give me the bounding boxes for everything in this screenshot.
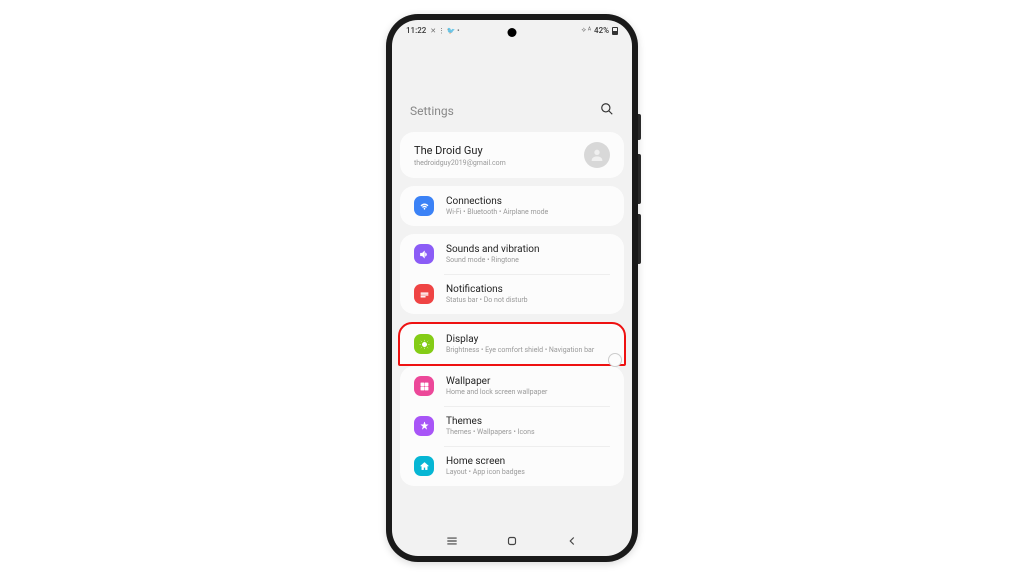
settings-row-sounds[interactable]: Sounds and vibration Sound mode • Ringto… xyxy=(400,234,624,274)
row-subtitle: Home and lock screen wallpaper xyxy=(446,388,610,396)
account-card[interactable]: The Droid Guy thedroidguy2019@gmail.com xyxy=(400,132,624,178)
row-title: Notifications xyxy=(446,284,610,295)
side-button xyxy=(638,214,641,264)
settings-row-themes[interactable]: Themes Themes • Wallpapers • Icons xyxy=(400,406,624,446)
sound-icon xyxy=(414,244,434,264)
row-subtitle: Status bar • Do not disturb xyxy=(446,296,610,304)
home-button[interactable] xyxy=(505,534,519,548)
settings-list[interactable]: The Droid Guy thedroidguy2019@gmail.com … xyxy=(392,132,632,524)
row-subtitle: Layout • App icon badges xyxy=(446,468,610,476)
side-button xyxy=(638,114,641,140)
settings-group: Display Brightness • Eye comfort shield … xyxy=(398,322,626,366)
phone-frame: 11:22 ✕ ⋮ 🐦 • ⟡ ᴬ 42% Settings The Droid xyxy=(386,14,638,562)
status-battery: 42% xyxy=(594,26,609,35)
row-title: Home screen xyxy=(446,456,610,467)
themes-icon xyxy=(414,416,434,436)
home-icon xyxy=(414,456,434,476)
row-title: Sounds and vibration xyxy=(446,244,610,255)
search-button[interactable] xyxy=(600,101,614,120)
wifi-icon xyxy=(414,196,434,216)
screen: 11:22 ✕ ⋮ 🐦 • ⟡ ᴬ 42% Settings The Droid xyxy=(392,20,632,556)
row-title: Connections xyxy=(446,196,610,207)
settings-header: Settings xyxy=(392,93,632,132)
status-time: 11:22 xyxy=(406,26,426,35)
settings-group: Wallpaper Home and lock screen wallpaper… xyxy=(400,366,624,486)
settings-group: Connections Wi-Fi • Bluetooth • Airplane… xyxy=(400,186,624,226)
scroll-handle[interactable] xyxy=(608,353,622,367)
row-title: Display xyxy=(446,334,610,345)
account-name: The Droid Guy xyxy=(414,144,584,157)
row-title: Wallpaper xyxy=(446,376,610,387)
settings-row-homescreen[interactable]: Home screen Layout • App icon badges xyxy=(400,446,624,486)
display-icon xyxy=(414,334,434,354)
side-button xyxy=(638,154,641,204)
navigation-bar xyxy=(392,524,632,556)
row-subtitle: Wi-Fi • Bluetooth • Airplane mode xyxy=(446,208,610,216)
settings-group: Sounds and vibration Sound mode • Ringto… xyxy=(400,234,624,314)
settings-row-wallpaper[interactable]: Wallpaper Home and lock screen wallpaper xyxy=(400,366,624,406)
page-title: Settings xyxy=(410,104,454,118)
status-left-icons: ✕ ⋮ 🐦 • xyxy=(430,27,459,35)
header-space xyxy=(392,37,632,93)
settings-row-display[interactable]: Display Brightness • Eye comfort shield … xyxy=(400,324,624,364)
battery-icon xyxy=(612,27,618,35)
row-title: Themes xyxy=(446,416,610,427)
settings-row-connections[interactable]: Connections Wi-Fi • Bluetooth • Airplane… xyxy=(400,186,624,226)
notif-icon xyxy=(414,284,434,304)
account-email: thedroidguy2019@gmail.com xyxy=(414,159,584,167)
back-button[interactable] xyxy=(565,534,579,548)
row-subtitle: Brightness • Eye comfort shield • Naviga… xyxy=(446,346,610,354)
recents-button[interactable] xyxy=(445,534,459,548)
camera-cutout xyxy=(508,28,517,37)
settings-row-notifications[interactable]: Notifications Status bar • Do not distur… xyxy=(400,274,624,314)
status-signal-icon: ⟡ ᴬ xyxy=(581,26,591,35)
row-subtitle: Sound mode • Ringtone xyxy=(446,256,610,264)
row-subtitle: Themes • Wallpapers • Icons xyxy=(446,428,610,436)
wallpaper-icon xyxy=(414,376,434,396)
avatar xyxy=(584,142,610,168)
